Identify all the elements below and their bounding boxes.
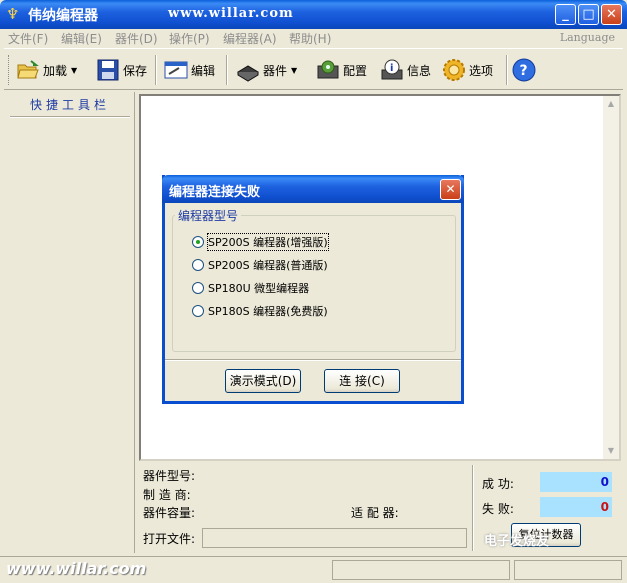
maximize-button[interactable]: □	[578, 4, 599, 25]
connection-failed-dialog: 编程器连接失败 ✕ 编程器型号 SP200S 编程器(增强版) SP200S 编…	[162, 175, 464, 404]
device-button[interactable]: 器件 ▼	[236, 55, 297, 85]
info-icon: i	[380, 58, 404, 82]
success-count: 0	[540, 472, 612, 492]
load-label: 加载	[43, 63, 68, 78]
open-file-field	[202, 528, 467, 548]
dialog-title: 编程器连接失败	[169, 185, 261, 200]
toolbar: 加载 ▼ 保存 编辑 器件 ▼ 配置 i 信息 选项 ?	[4, 48, 623, 90]
status-pane	[514, 560, 622, 580]
edit-label: 编辑	[191, 63, 216, 78]
help-icon: ?	[512, 58, 536, 82]
svg-text:i: i	[390, 63, 393, 74]
toolbar-separator	[226, 55, 228, 85]
title-url: www.willar.com	[168, 6, 294, 21]
radio-option[interactable]: SP180U 微型编程器	[192, 280, 309, 296]
vertical-scrollbar[interactable]: ▲ ▼	[603, 96, 619, 459]
svg-text:?: ?	[520, 63, 528, 79]
menu-programmer[interactable]: 编程器(A)	[223, 30, 277, 47]
quick-toolbar-panel: 快捷工具栏	[4, 92, 135, 553]
config-button[interactable]: 配置	[316, 55, 367, 85]
minimize-button[interactable]: _	[555, 4, 576, 25]
toolbar-separator	[155, 55, 157, 85]
info-divider	[472, 465, 474, 551]
menu-language[interactable]: Language	[560, 31, 615, 44]
options-label: 选项	[469, 63, 494, 78]
scroll-up-icon[interactable]: ▲	[603, 96, 619, 112]
radio-icon[interactable]	[192, 259, 204, 271]
folder-open-icon	[16, 58, 40, 82]
device-dropdown-icon[interactable]: ▼	[291, 66, 297, 75]
menu-file[interactable]: 文件(F)	[8, 30, 48, 47]
radio-label: SP200S 编程器(增强版)	[207, 233, 329, 251]
radio-label: SP200S 编程器(普通版)	[208, 259, 328, 272]
title-bar[interactable]: ♆ 伟纳编程器 www.willar.com _ □ ✕	[0, 0, 627, 29]
dialog-close-button[interactable]: ✕	[440, 179, 461, 200]
connect-button[interactable]: 连 接(C)	[324, 369, 400, 393]
info-label: 信息	[407, 63, 432, 78]
open-file-label: 打开文件:	[143, 532, 196, 546]
status-logo: www.willar.com	[6, 559, 147, 578]
radio-label: SP180U 微型编程器	[208, 282, 310, 295]
chip-icon	[236, 58, 260, 82]
radio-option[interactable]: SP200S 编程器(普通版)	[192, 257, 328, 273]
group-label: 编程器型号	[175, 207, 242, 224]
menu-operate[interactable]: 操作(P)	[169, 30, 210, 47]
edit-button[interactable]: 编辑	[164, 55, 215, 85]
toolbar-grip[interactable]	[8, 55, 11, 85]
watermark: 电子发烧友	[484, 534, 550, 549]
radio-option[interactable]: SP180S 编程器(免费版)	[192, 303, 328, 319]
save-button[interactable]: 保存	[96, 55, 147, 85]
radio-selected-icon[interactable]	[192, 236, 204, 248]
edit-window-icon	[164, 58, 188, 82]
demo-mode-button[interactable]: 演示模式(D)	[225, 369, 301, 393]
info-button[interactable]: i 信息	[380, 55, 431, 85]
dialog-divider	[165, 359, 461, 361]
manufacturer-label: 制 造 商:	[143, 488, 191, 502]
load-dropdown-icon[interactable]: ▼	[71, 66, 77, 75]
fail-label: 失 败:	[482, 502, 514, 516]
adapter-label: 适 配 器:	[351, 506, 399, 520]
radio-label: SP180S 编程器(免费版)	[208, 305, 328, 318]
help-button[interactable]: ?	[512, 55, 539, 85]
window-title: 伟纳编程器	[28, 8, 98, 24]
status-pane	[332, 560, 510, 580]
radio-icon[interactable]	[192, 305, 204, 317]
fail-count: 0	[540, 497, 612, 517]
menu-edit[interactable]: 编辑(E)	[61, 30, 102, 47]
scroll-down-icon[interactable]: ▼	[603, 443, 619, 459]
radio-icon[interactable]	[192, 282, 204, 294]
save-label: 保存	[123, 63, 148, 78]
radio-option[interactable]: SP200S 编程器(增强版)	[192, 233, 329, 251]
app-icon: ♆	[6, 5, 20, 23]
quick-toolbar-title: 快捷工具栏	[29, 98, 110, 112]
floppy-disk-icon	[96, 58, 120, 82]
menu-bar: 文件(F) 编辑(E) 器件(D) 操作(P) 编程器(A) 帮助(H) Lan…	[4, 29, 623, 47]
menu-help[interactable]: 帮助(H)	[289, 30, 331, 47]
success-label: 成 功:	[482, 477, 514, 491]
device-model-label: 器件型号:	[143, 469, 196, 483]
load-button[interactable]: 加载 ▼	[16, 55, 77, 85]
menu-device[interactable]: 器件(D)	[115, 30, 158, 47]
close-button[interactable]: ✕	[601, 4, 622, 25]
capacity-label: 器件容量:	[143, 506, 196, 520]
options-gear-icon	[442, 58, 466, 82]
options-button[interactable]: 选项	[442, 55, 493, 85]
toolbar-separator	[506, 55, 508, 85]
config-label: 配置	[343, 63, 368, 78]
config-gear-icon	[316, 58, 340, 82]
divider	[10, 116, 130, 118]
device-label: 器件	[263, 63, 288, 78]
status-bar: www.willar.com	[0, 556, 627, 583]
dialog-title-bar[interactable]: 编程器连接失败 ✕	[162, 175, 464, 203]
